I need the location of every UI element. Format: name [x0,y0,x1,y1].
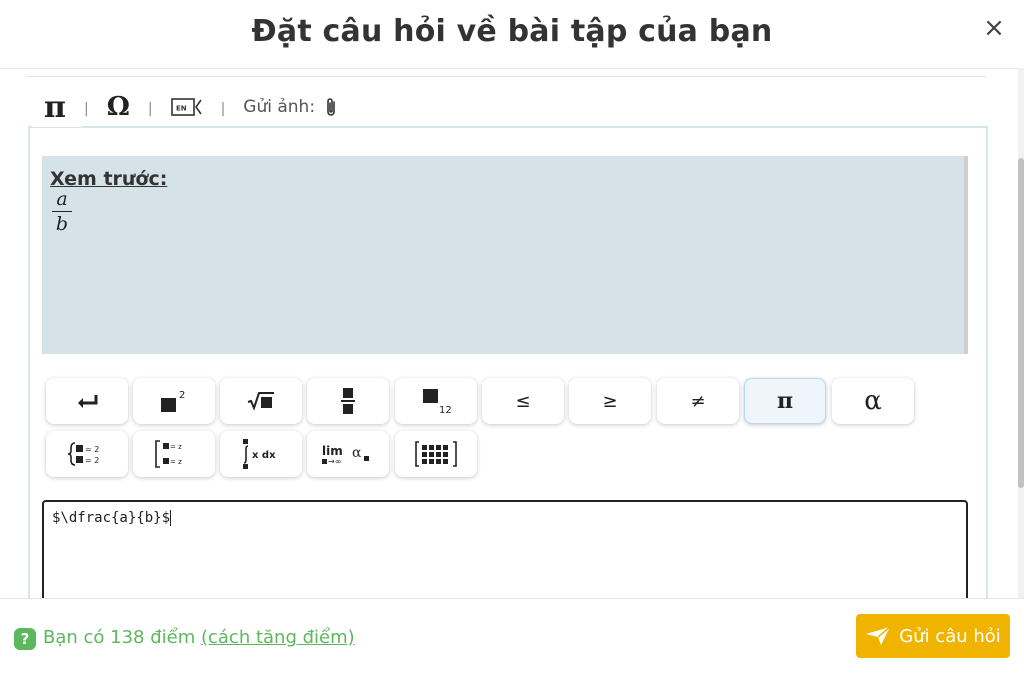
help-icon[interactable]: ? [14,628,36,650]
close-icon[interactable]: × [982,15,1006,41]
superscript-icon: 2 [161,390,185,412]
dialog-header: Đặt câu hỏi về bài tập của bạn × [0,0,1024,69]
svg-text:12: 12 [439,405,452,415]
send-icon [866,626,891,645]
sqrt-button[interactable] [220,378,302,424]
neq-button[interactable]: ≠ [657,378,739,424]
svg-text:EN: EN [176,105,187,113]
matrix-icon [415,441,457,467]
paperclip-icon[interactable] [323,96,339,118]
keyboard-language-icon[interactable]: EN [170,97,203,117]
matrix-button[interactable] [395,431,477,477]
system-icon: = 2 = 2 [67,442,99,466]
send-question-button[interactable]: Gửi câu hỏi [856,614,1010,658]
subscript-button[interactable]: 12 [395,378,477,424]
superscript-button[interactable]: 2 [133,378,215,424]
svg-text:2: 2 [179,390,185,401]
editor-toolbar: π | Ω | EN | Gửi ảnh: [44,90,339,125]
dialog-title: Đặt câu hỏi về bài tập của bạn [251,14,773,49]
divider [26,76,986,77]
text-caret [170,510,172,526]
separator: | [220,101,226,117]
limit-button[interactable]: lim →∞ α [307,431,389,477]
points-text: Bạn có 138 điểm [43,627,201,648]
latex-input-value: $\dfrac{a}{b}$ [52,510,171,526]
alpha-button[interactable]: α [832,378,914,424]
pi-tab[interactable]: π [44,90,66,125]
bracket-system-icon: = z = z [155,440,182,468]
subscript-icon: 12 [423,389,452,415]
preview-label: Xem trước: [50,168,168,190]
separator: | [147,101,153,117]
svg-text:lim: lim [322,444,343,458]
scrollbar-thumb[interactable] [1018,158,1024,488]
preview-area: Xem trước: a b [42,156,968,354]
bracket-system-button[interactable]: = z = z [133,431,215,477]
integral-button[interactable]: x dx [220,431,302,477]
sqrt-icon [247,392,274,411]
active-tab-indicator [32,124,82,127]
svg-text:= z: = z [170,443,182,451]
return-icon [78,395,98,408]
svg-text:→∞: →∞ [328,457,341,466]
omega-tab[interactable]: Ω [107,92,130,122]
system-button[interactable]: = 2 = 2 [46,431,128,477]
fraction-bar [52,211,72,212]
integral-icon: x dx [243,439,276,469]
fraction-denominator: b [55,213,69,235]
enter-button[interactable] [46,378,128,424]
limit-icon: lim →∞ α [322,444,369,466]
svg-text:= 2: = 2 [85,445,99,454]
upload-image-label: Gửi ảnh: [243,97,316,117]
svg-text:α: α [352,445,362,461]
fraction-icon [341,388,355,414]
send-question-label: Gửi câu hỏi [899,625,1001,647]
svg-text:x dx: x dx [252,450,276,461]
points-info: Bạn có 138 điểm (cách tăng điểm) [43,627,355,648]
leq-button[interactable]: ≤ [482,378,564,424]
pi-button[interactable]: π [744,378,826,424]
svg-text:= z: = z [170,458,182,466]
fraction-numerator: a [56,188,68,210]
geq-button[interactable]: ≥ [569,378,651,424]
preview-fraction: a b [52,188,72,235]
separator: | [83,101,89,117]
fraction-button[interactable] [307,378,389,424]
how-to-earn-points-link[interactable]: (cách tăng điểm) [201,627,355,648]
svg-text:= 2: = 2 [85,456,99,465]
